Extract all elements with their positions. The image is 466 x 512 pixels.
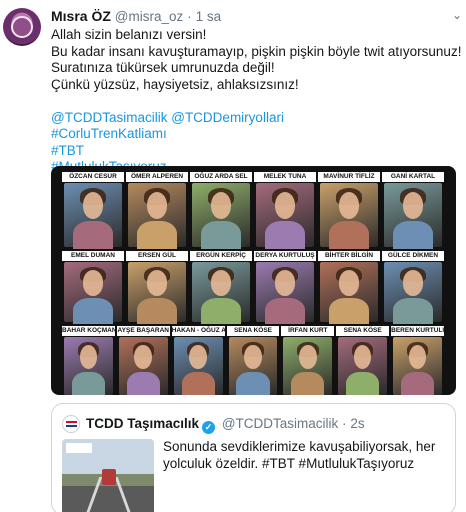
tweet-media-image[interactable]: ÖZCAN CESUR ÖMER ALPEREN OĞUZ ARDA SEL MELE… — [51, 166, 456, 395]
victim-name-caption: BAHAR KOÇMAN — [62, 326, 115, 336]
victim-photo: OĞUZ ARDA SEL — [190, 172, 252, 249]
victim-name-caption: AYŞE BAŞARAN — [116, 326, 170, 336]
victim-name-caption: İRFAN KURT — [281, 326, 335, 336]
tweet-line: Suratınıza tükürsek umrunuzda değil! — [51, 60, 275, 75]
victim-name-caption: EMEL DUMAN — [62, 251, 124, 261]
victim-photo: HAKAN - OĞUZ ARDA SEL — [171, 326, 225, 395]
victim-name-caption: OĞUZ ARDA SEL — [190, 172, 252, 182]
victim-name-caption: ERGÜN KERPİÇ — [190, 251, 252, 261]
victim-photo: ÖMER ALPEREN — [126, 172, 188, 249]
mention-link[interactable]: @TCDDemiryollari — [171, 110, 284, 125]
victim-name-caption: ÖZCAN CESUR — [62, 172, 124, 182]
victim-name-caption: HAKAN - OĞUZ ARDA SEL — [171, 326, 225, 336]
tweet-line: Allah sizin belanızı versin! — [51, 27, 207, 42]
victim-photo: İRFAN KURT — [281, 326, 335, 395]
mention-link[interactable]: @TCDDTasimacilik — [51, 110, 167, 125]
quoted-timestamp[interactable]: 2s — [350, 416, 364, 431]
tweet-text: Allah sizin belanızı versin! Bu kadar in… — [51, 27, 462, 176]
quoted-text: Sonunda sevdiklerimize kavuşabiliyorsak,… — [163, 439, 436, 471]
quoted-display-name[interactable]: TCDD Taşımacılık — [86, 416, 199, 431]
victim-name-caption: BİHTER BİLGİN — [318, 251, 380, 261]
separator-dot: · — [187, 9, 192, 24]
hashtag-link[interactable]: #CorluTrenKatliamı — [51, 126, 456, 143]
victim-photo: BAHAR KOÇMAN — [62, 326, 115, 395]
victim-photo: MELEK TUNA — [254, 172, 316, 249]
victim-name-caption: ÖMER ALPEREN — [126, 172, 188, 182]
victim-photo: ERGÜN KERPİÇ — [190, 251, 252, 324]
victim-photo: GÜLCE DİKMEN — [382, 251, 444, 324]
quoted-avatar[interactable] — [62, 415, 80, 433]
hashtag-link[interactable]: #TBT — [51, 143, 456, 160]
victim-photo: BİHTER BİLGİN — [318, 251, 380, 324]
victim-photo: DERYA KURTULUŞ — [254, 251, 316, 324]
victim-photo: EMEL DUMAN — [62, 251, 124, 324]
victim-name-caption: BEREN KURTULUŞ — [391, 326, 444, 336]
display-name[interactable]: Mısra ÖZ — [51, 8, 111, 24]
victim-name-caption: MAVİNUR TİFLİZ — [318, 172, 380, 182]
victim-name-caption: DERYA KURTULUŞ — [254, 251, 316, 261]
chevron-down-icon[interactable]: ⌄ — [452, 8, 462, 22]
victim-photo: SENA KÖSE — [336, 326, 390, 395]
victim-photo: ERSEN GÜL — [126, 251, 188, 324]
victim-photo: AYŞE BAŞARAN — [116, 326, 170, 395]
quoted-header: TCDD Taşımacılık ✓ @TCDDTasimacilik · 2s — [86, 416, 365, 434]
victim-name-caption: ERSEN GÜL — [126, 251, 188, 261]
quoted-media-thumbnail[interactable] — [62, 439, 154, 512]
tweet[interactable]: Mısra ÖZ @misra_oz · 1 sa ⌄ Allah sizin … — [0, 0, 466, 512]
victim-name-caption: MELEK TUNA — [254, 172, 316, 182]
tweet-header: Mısra ÖZ @misra_oz · 1 sa — [51, 8, 461, 26]
avatar[interactable] — [3, 8, 41, 46]
victim-photo: MAVİNUR TİFLİZ — [318, 172, 380, 249]
victim-photo: SENA KÖSE — [226, 326, 280, 395]
victim-name-caption: SENA KÖSE — [336, 326, 390, 336]
victim-name-caption: SENA KÖSE — [226, 326, 280, 336]
timestamp[interactable]: 1 sa — [196, 9, 222, 24]
tweet-line: Çünkü yüzsüz, haysiyetsiz, ahlaksızsınız… — [51, 76, 299, 92]
separator-dot: · — [342, 416, 347, 431]
victim-photo: BEREN KURTULUŞ — [391, 326, 444, 395]
verified-badge-icon: ✓ — [202, 421, 216, 434]
victim-name-caption: GANİ KARTAL — [382, 172, 444, 182]
victim-photo: GANİ KARTAL — [382, 172, 444, 249]
quoted-handle[interactable]: @TCDDTasimacilik — [222, 416, 338, 431]
quoted-tweet[interactable]: TCDD Taşımacılık ✓ @TCDDTasimacilik · 2s … — [51, 403, 456, 512]
victim-photo: ÖZCAN CESUR — [62, 172, 124, 249]
tweet-line: Bu kadar insanı kavuşturamayıp, pişkin p… — [51, 43, 462, 59]
user-handle[interactable]: @misra_oz — [115, 9, 183, 24]
victim-name-caption: GÜLCE DİKMEN — [382, 251, 444, 261]
